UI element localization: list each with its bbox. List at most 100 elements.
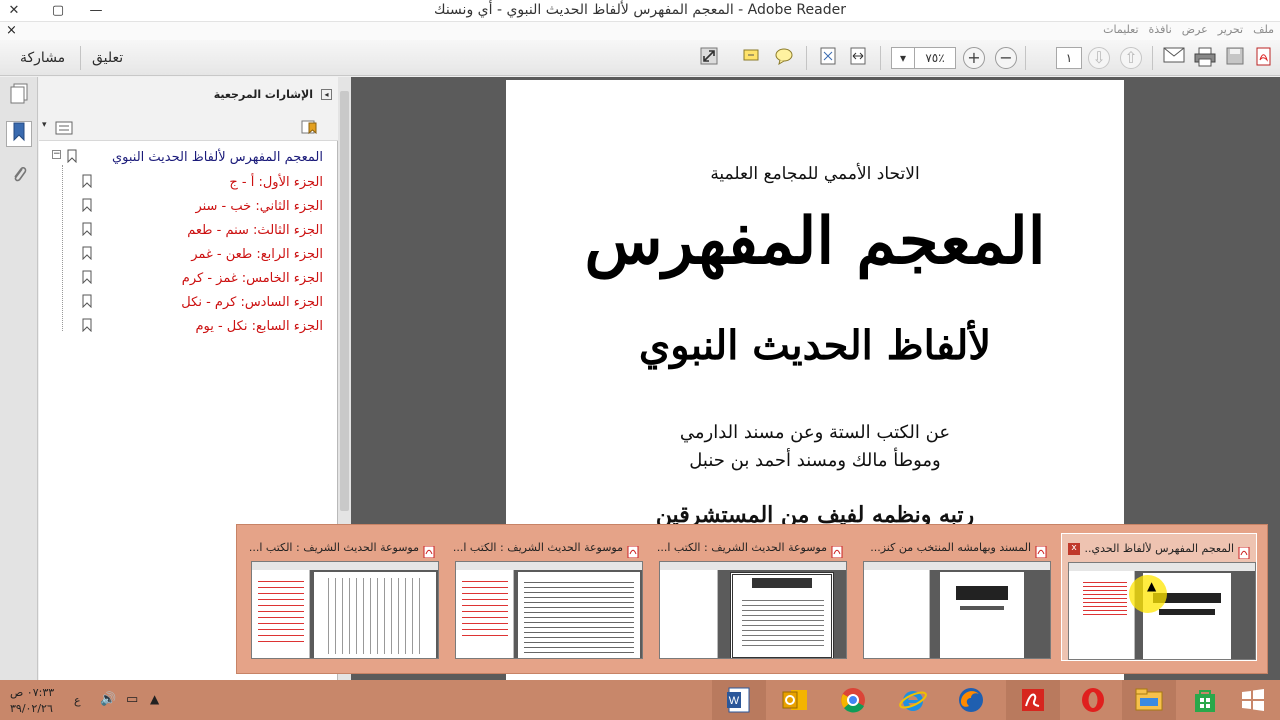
email-icon[interactable] bbox=[1162, 47, 1186, 69]
pdf-file-icon bbox=[1035, 543, 1047, 559]
page-number-input[interactable]: ١ bbox=[1056, 47, 1082, 69]
save-icon[interactable] bbox=[1223, 47, 1247, 69]
window-preview bbox=[455, 561, 643, 659]
opera-app-button[interactable] bbox=[1066, 680, 1120, 720]
menu-items: ملف تحرير عرض نافذة تعليمات bbox=[1103, 23, 1274, 36]
bookmark-part-2[interactable]: الجزء الثاني: خب - سنر bbox=[195, 196, 323, 218]
chrome-app-button[interactable] bbox=[826, 680, 880, 720]
menu-window[interactable]: نافذة bbox=[1149, 23, 1172, 36]
firefox-app-button[interactable] bbox=[944, 680, 998, 720]
create-pdf-icon[interactable] bbox=[1252, 47, 1276, 69]
next-page-button[interactable]: ⇩ bbox=[1088, 47, 1110, 69]
bookmark-part-1[interactable]: الجزء الأول: أ - ج bbox=[229, 172, 323, 194]
window-preview bbox=[251, 561, 439, 659]
clock-time[interactable]: ٠٧:٣٣ ص bbox=[10, 686, 54, 699]
bookmark-part-3[interactable]: الجزء الثالث: سنم - طعم bbox=[187, 220, 323, 242]
word-app-button[interactable]: W bbox=[712, 680, 766, 720]
fit-width-icon[interactable] bbox=[846, 47, 870, 69]
network-icon[interactable]: ▭ bbox=[126, 692, 138, 707]
volume-icon[interactable]: 🔊 bbox=[100, 692, 116, 707]
bookmark-icon bbox=[81, 317, 93, 333]
bookmarks-toolbar: ▾ bbox=[39, 113, 338, 141]
zoom-in-button[interactable]: + bbox=[963, 47, 985, 69]
bookmark-icon bbox=[81, 293, 93, 309]
mouse-cursor-icon: ▲ bbox=[1147, 579, 1157, 593]
switcher-window-3[interactable]: موسوعة الحديث الشريف : الكتب ا... bbox=[653, 533, 849, 661]
ie-app-button[interactable] bbox=[886, 680, 940, 720]
bookmark-icon bbox=[81, 221, 93, 237]
new-bookmark-icon[interactable] bbox=[301, 119, 319, 135]
doc-title-sub: لألفاظ الحديث النبوي bbox=[638, 322, 992, 369]
doc-line-sources-2: وموطأ مالك ومسند أحمد بن حنبل bbox=[689, 450, 941, 471]
tree-guide-line bbox=[62, 165, 63, 331]
svg-text:W: W bbox=[729, 695, 740, 707]
doc-line-sources-1: عن الكتب الستة وعن مسند الدارمي bbox=[679, 422, 951, 443]
bookmark-icon bbox=[81, 197, 93, 213]
start-button[interactable] bbox=[1226, 680, 1280, 720]
fullscreen-icon[interactable] bbox=[697, 47, 721, 69]
highlight-tool-icon[interactable] bbox=[740, 47, 764, 69]
pdf-file-icon bbox=[831, 543, 843, 559]
previous-page-button[interactable]: ⇧ bbox=[1120, 47, 1142, 69]
toolbar-divider bbox=[1025, 46, 1026, 70]
menu-edit[interactable]: تحرير bbox=[1218, 23, 1243, 36]
bookmark-part-7[interactable]: الجزء السابع: نكل - يوم bbox=[195, 316, 323, 338]
switcher-window-title: موسوعة الحديث الشريف : الكتب ا... bbox=[248, 541, 419, 554]
bookmark-root[interactable]: المعجم المفهرس لألفاظ الحديث النبوي bbox=[112, 147, 323, 169]
window-preview bbox=[863, 561, 1051, 659]
panel-scroll-thumb[interactable] bbox=[340, 91, 349, 511]
outlook-app-button[interactable] bbox=[768, 680, 822, 720]
collapse-panel-icon[interactable]: ◂ bbox=[321, 89, 332, 100]
bookmark-icon bbox=[81, 245, 93, 261]
comment-button[interactable]: تعليق bbox=[92, 50, 123, 66]
close-document-button[interactable]: × bbox=[6, 22, 17, 40]
menu-bar: × ملف تحرير عرض نافذة تعليمات bbox=[0, 22, 1280, 40]
bookmark-options-icon[interactable] bbox=[55, 120, 73, 135]
pdf-file-icon bbox=[423, 543, 435, 559]
switcher-window-5[interactable]: موسوعة الحديث الشريف : الكتب ا... bbox=[245, 533, 441, 661]
switcher-window-2[interactable]: المسند وبهامشه المنتخب من كنز... bbox=[857, 533, 1053, 661]
menu-file[interactable]: ملف bbox=[1253, 23, 1274, 36]
clock-date[interactable]: ٣٩/٠٢/٢٦ bbox=[10, 702, 53, 715]
zoom-out-button[interactable]: − bbox=[995, 47, 1017, 69]
windows-taskbar: ٠٧:٣٣ ص ٣٩/٠٢/٢٦ ع 🔊 ▭ ▲ W bbox=[0, 680, 1280, 720]
bookmark-part-5[interactable]: الجزء الخامس: غمز - كرم bbox=[182, 268, 323, 290]
toolbar-divider bbox=[1152, 46, 1153, 70]
menu-view[interactable]: عرض bbox=[1182, 23, 1208, 36]
file-explorer-app-button[interactable] bbox=[1122, 680, 1176, 720]
options-dropdown-icon[interactable]: ▾ bbox=[42, 120, 47, 130]
bookmarks-icon[interactable] bbox=[6, 121, 32, 147]
zoom-level-input[interactable]: ٧٥٪ bbox=[914, 47, 956, 69]
window-preview bbox=[659, 561, 847, 659]
bookmark-icon bbox=[81, 269, 93, 285]
pdf-file-icon bbox=[1238, 544, 1250, 560]
zoom-dropdown-toggle[interactable]: ▾ bbox=[891, 47, 915, 69]
bookmark-icon bbox=[66, 148, 78, 164]
tray-expand-icon[interactable]: ▲ bbox=[150, 692, 159, 706]
bookmarks-panel-header: ◂ الإشارات المرجعية bbox=[39, 77, 338, 113]
doc-title-main: المعجم المفهرس bbox=[584, 204, 1046, 279]
acrobat-app-button[interactable] bbox=[1006, 680, 1060, 720]
fit-page-icon[interactable] bbox=[816, 47, 840, 69]
page-thumbnails-icon[interactable] bbox=[6, 83, 32, 109]
attachments-icon[interactable] bbox=[6, 163, 32, 189]
menu-help[interactable]: تعليمات bbox=[1103, 23, 1138, 36]
print-icon[interactable] bbox=[1193, 47, 1217, 69]
switcher-window-1[interactable]: المعجم المفهرس لألفاظ الحدي... x ▲ bbox=[1061, 533, 1257, 661]
collapse-toggle-icon[interactable]: − bbox=[52, 150, 61, 159]
switcher-window-4[interactable]: موسوعة الحديث الشريف : الكتب ا... bbox=[449, 533, 645, 661]
toolbar-divider bbox=[806, 46, 807, 70]
input-language-indicator[interactable]: ع bbox=[74, 694, 81, 707]
bookmark-part-6[interactable]: الجزء السادس: كرم - نكل bbox=[181, 292, 323, 314]
store-app-button[interactable] bbox=[1178, 680, 1232, 720]
sticky-note-icon[interactable] bbox=[772, 47, 796, 69]
share-button[interactable]: مشاركة bbox=[20, 50, 65, 66]
toolbar-divider bbox=[80, 46, 81, 70]
bookmark-icon bbox=[81, 173, 93, 189]
pdf-file-icon bbox=[627, 543, 639, 559]
window-preview: ▲ bbox=[1068, 562, 1256, 660]
navigation-rail bbox=[0, 77, 38, 680]
window-titlebar: ✕ ▢ — المعجم المفهرس لألفاظ الحديث النبو… bbox=[0, 0, 1280, 22]
bookmark-part-4[interactable]: الجزء الرابع: طعن - غمر bbox=[191, 244, 323, 266]
close-preview-button[interactable]: x bbox=[1068, 543, 1080, 555]
